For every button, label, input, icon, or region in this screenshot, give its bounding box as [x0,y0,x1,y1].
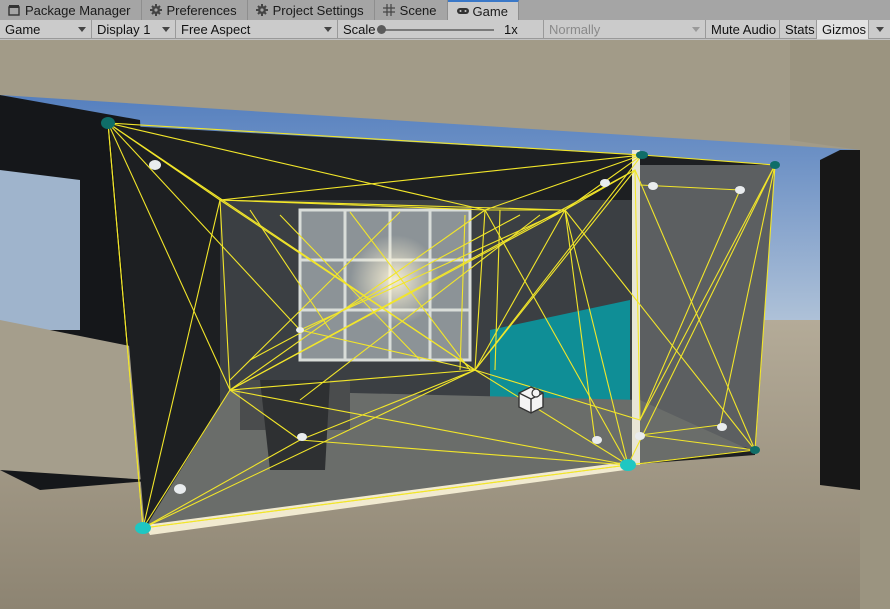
play-mode-dropdown[interactable]: Normally [544,19,706,39]
light-probe-group-icon [518,386,544,414]
aspect-label: Free Aspect [181,21,251,37]
right-dark-wall [820,150,860,490]
chevron-down-icon [692,26,700,32]
gear-icon [149,4,162,16]
tab-label: Scene [399,2,437,18]
view-mode-dropdown[interactable]: Game [0,19,92,39]
gizmos-button[interactable]: Gizmos [817,19,869,39]
chevron-down-icon [78,26,86,32]
gamepad-icon [456,5,469,17]
scale-control: Scale 1x [338,19,544,39]
tab-label: Game [472,3,508,19]
game-view-toolbar: Game Display 1 Free Aspect Scale 1x Norm… [0,19,890,39]
tab-package-manager[interactable]: Package Manager [0,0,142,20]
rendered-scene [0,40,890,609]
tab-label: Project Settings [272,2,364,18]
game-viewport[interactable] [0,40,890,609]
scale-slider-track[interactable] [382,28,494,31]
scale-label: Scale [343,21,376,37]
view-mode-label: Game [5,21,41,37]
right-room-wall [640,165,775,450]
tab-game[interactable]: Game [447,0,519,20]
tab-project-settings[interactable]: Project Settings [248,0,375,20]
chevron-down-icon [324,26,332,32]
scale-value: 1x [504,21,518,37]
package-icon [8,4,20,16]
stats-label: Stats [785,21,815,37]
grid-icon [382,4,395,16]
display-label: Display 1 [97,21,151,37]
play-mode-label: Normally [549,21,601,37]
aspect-dropdown[interactable]: Free Aspect [176,19,338,39]
display-dropdown[interactable]: Display 1 [92,19,176,39]
tab-scene[interactable]: Scene [375,0,448,20]
gizmos-label: Gizmos [822,21,867,37]
scale-slider-handle[interactable] [377,24,386,34]
stats-button[interactable]: Stats [780,19,817,39]
tab-label: Package Manager [25,2,131,18]
editor-tab-strip: Package Manager Preferences Project Sett… [0,0,890,21]
gizmos-menu-button[interactable] [869,20,890,39]
mute-audio-label: Mute Audio [711,21,777,37]
left-opening [0,170,80,330]
tab-preferences[interactable]: Preferences [142,0,248,20]
tab-label: Preferences [166,2,237,18]
mute-audio-button[interactable]: Mute Audio [706,19,780,39]
chevron-down-icon [876,26,884,32]
gear-icon [255,4,268,16]
chevron-down-icon [162,26,170,32]
